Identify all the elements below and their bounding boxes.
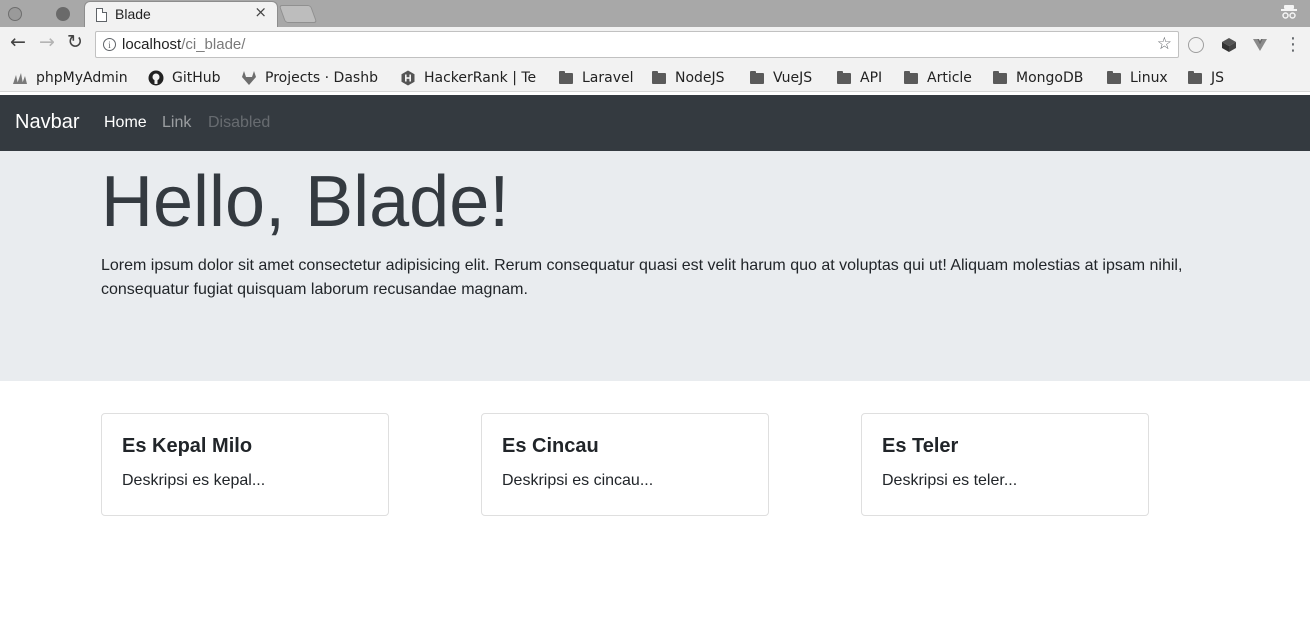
- folder-icon: [1107, 70, 1121, 84]
- forward-icon[interactable]: →: [39, 33, 55, 52]
- navbar: Navbar Home Link Disabled: [0, 95, 1310, 151]
- browser-tab[interactable]: Blade ×: [84, 1, 278, 28]
- user-profile-icon[interactable]: [1280, 3, 1298, 21]
- card-text: Deskripsi es cincau...: [502, 472, 654, 489]
- bookmark-folder-js[interactable]: JS: [1188, 68, 1224, 88]
- github-icon: [148, 70, 164, 86]
- bookmark-label: JS: [1211, 70, 1225, 86]
- address-bar[interactable]: i localhost/ci_blade/ ☆: [95, 31, 1179, 58]
- bookmark-label: NodeJS: [675, 70, 725, 86]
- folder-icon: [993, 70, 1007, 84]
- folder-icon: [1188, 70, 1202, 84]
- hackerrank-icon: [401, 70, 415, 86]
- nav-link-link[interactable]: Link: [162, 114, 191, 132]
- folder-icon: [837, 70, 851, 84]
- bookmark-folder-api[interactable]: API: [837, 68, 882, 88]
- address-url[interactable]: localhost/ci_blade/: [122, 36, 245, 53]
- bookmark-folder-article[interactable]: Article: [904, 68, 972, 88]
- folder-icon: [559, 70, 573, 84]
- nav-link-home[interactable]: Home: [104, 114, 147, 132]
- page-icon: [96, 8, 107, 22]
- bookmark-label: MongoDB: [1016, 70, 1084, 86]
- card-title: Es Teler: [882, 435, 959, 457]
- card-es-teler: Es Teler Deskripsi es teler...: [861, 413, 1149, 516]
- card-es-kepal-milo: Es Kepal Milo Deskripsi es kepal...: [101, 413, 389, 516]
- browser-toolbar: ← → ↻ i localhost/ci_blade/ ☆ ⋮: [0, 27, 1310, 63]
- bookmark-label: GitHub: [172, 70, 221, 86]
- url-host: localhost: [122, 36, 182, 53]
- bookmark-hackerrank[interactable]: HackerRank | Te: [400, 68, 536, 88]
- bookmark-label: Projects · Dashb: [265, 70, 378, 86]
- bookmark-label: Article: [927, 70, 972, 86]
- folder-icon: [652, 70, 666, 84]
- new-tab-button[interactable]: [278, 5, 318, 23]
- jumbotron: Hello, Blade! Lorem ipsum dolor sit amet…: [0, 151, 1310, 381]
- tab-close-icon[interactable]: ×: [254, 5, 267, 20]
- bookmark-label: Linux: [1130, 70, 1168, 86]
- bookmark-folder-laravel[interactable]: Laravel: [559, 68, 634, 88]
- card-title: Es Kepal Milo: [122, 435, 253, 457]
- card-text: Deskripsi es kepal...: [122, 472, 266, 489]
- page-title: Hello, Blade!: [101, 162, 510, 242]
- vue-devtools-icon[interactable]: [1252, 37, 1268, 53]
- navbar-brand[interactable]: Navbar: [15, 111, 79, 134]
- bookmark-phpmyadmin[interactable]: phpMyAdmin: [12, 68, 128, 88]
- extension-globe-icon[interactable]: [1188, 37, 1204, 53]
- bookmark-folder-linux[interactable]: Linux: [1107, 68, 1168, 88]
- window-minimize-button[interactable]: [56, 7, 70, 21]
- reload-icon[interactable]: ↻: [67, 33, 83, 52]
- phpmyadmin-icon: [13, 73, 27, 84]
- folder-icon: [750, 70, 764, 84]
- gitlab-icon: [242, 71, 256, 85]
- tab-strip: Blade ×: [0, 0, 1310, 28]
- bookmark-label: API: [860, 70, 883, 86]
- back-icon[interactable]: ←: [10, 33, 26, 52]
- bookmark-label: Laravel: [582, 70, 634, 86]
- nav-link-disabled: Disabled: [208, 114, 271, 131]
- bookmark-star-icon[interactable]: ☆: [1157, 34, 1172, 54]
- bookmark-github[interactable]: GitHub: [148, 68, 221, 88]
- info-icon[interactable]: i: [103, 38, 116, 51]
- tab-title: Blade: [115, 6, 151, 22]
- folder-icon: [904, 70, 918, 84]
- bookmarks-bar: phpMyAdmin GitHub Projects · Dashb Hacke…: [0, 63, 1310, 92]
- browser-menu-icon[interactable]: ⋮: [1284, 35, 1302, 55]
- bookmark-label: HackerRank | Te: [424, 70, 536, 86]
- bookmark-label: VueJS: [773, 70, 813, 86]
- extension-cube-icon[interactable]: [1221, 37, 1237, 53]
- bookmark-projects-dashboard[interactable]: Projects · Dashb: [241, 68, 381, 88]
- window-close-button[interactable]: [8, 7, 22, 21]
- bookmark-folder-vuejs[interactable]: VueJS: [750, 68, 812, 88]
- bookmark-label: phpMyAdmin: [36, 70, 128, 86]
- bookmark-folder-nodejs[interactable]: NodeJS: [652, 68, 725, 88]
- lead-paragraph: Lorem ipsum dolor sit amet consectetur a…: [101, 257, 1183, 298]
- card-title: Es Cincau: [502, 435, 599, 457]
- card-text: Deskripsi es teler...: [882, 472, 1018, 489]
- card-es-cincau: Es Cincau Deskripsi es cincau...: [481, 413, 769, 516]
- url-path: /ci_blade/: [181, 36, 246, 53]
- bookmark-folder-mongodb[interactable]: MongoDB: [993, 68, 1083, 88]
